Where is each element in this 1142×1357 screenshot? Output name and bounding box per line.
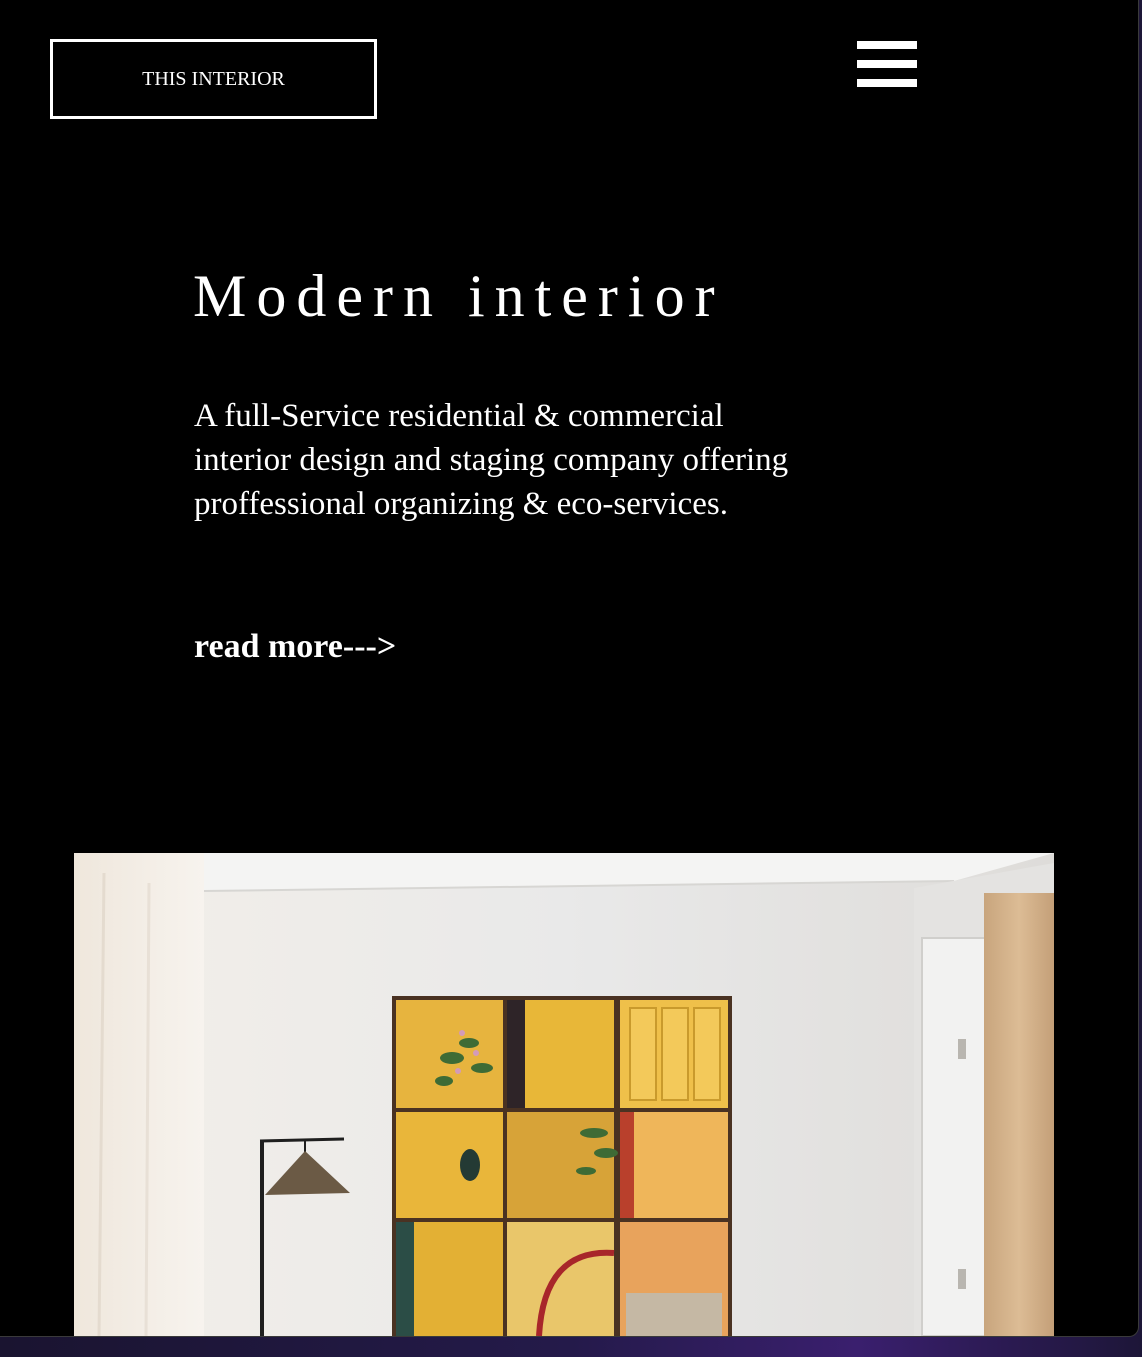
site-logo[interactable]: THIS INTERIOR: [50, 39, 377, 119]
hero-title: Modern interior: [193, 263, 725, 329]
hamburger-menu-icon[interactable]: [857, 41, 917, 87]
hero-interior-photo: [74, 853, 1054, 1336]
read-more-link[interactable]: read more--->: [194, 628, 396, 666]
browser-viewport: THIS INTERIOR Modern interior A full-Ser…: [0, 0, 1139, 1337]
hero-description: A full-Service residential & commercial …: [194, 398, 789, 522]
site-logo-text: THIS INTERIOR: [142, 67, 285, 90]
